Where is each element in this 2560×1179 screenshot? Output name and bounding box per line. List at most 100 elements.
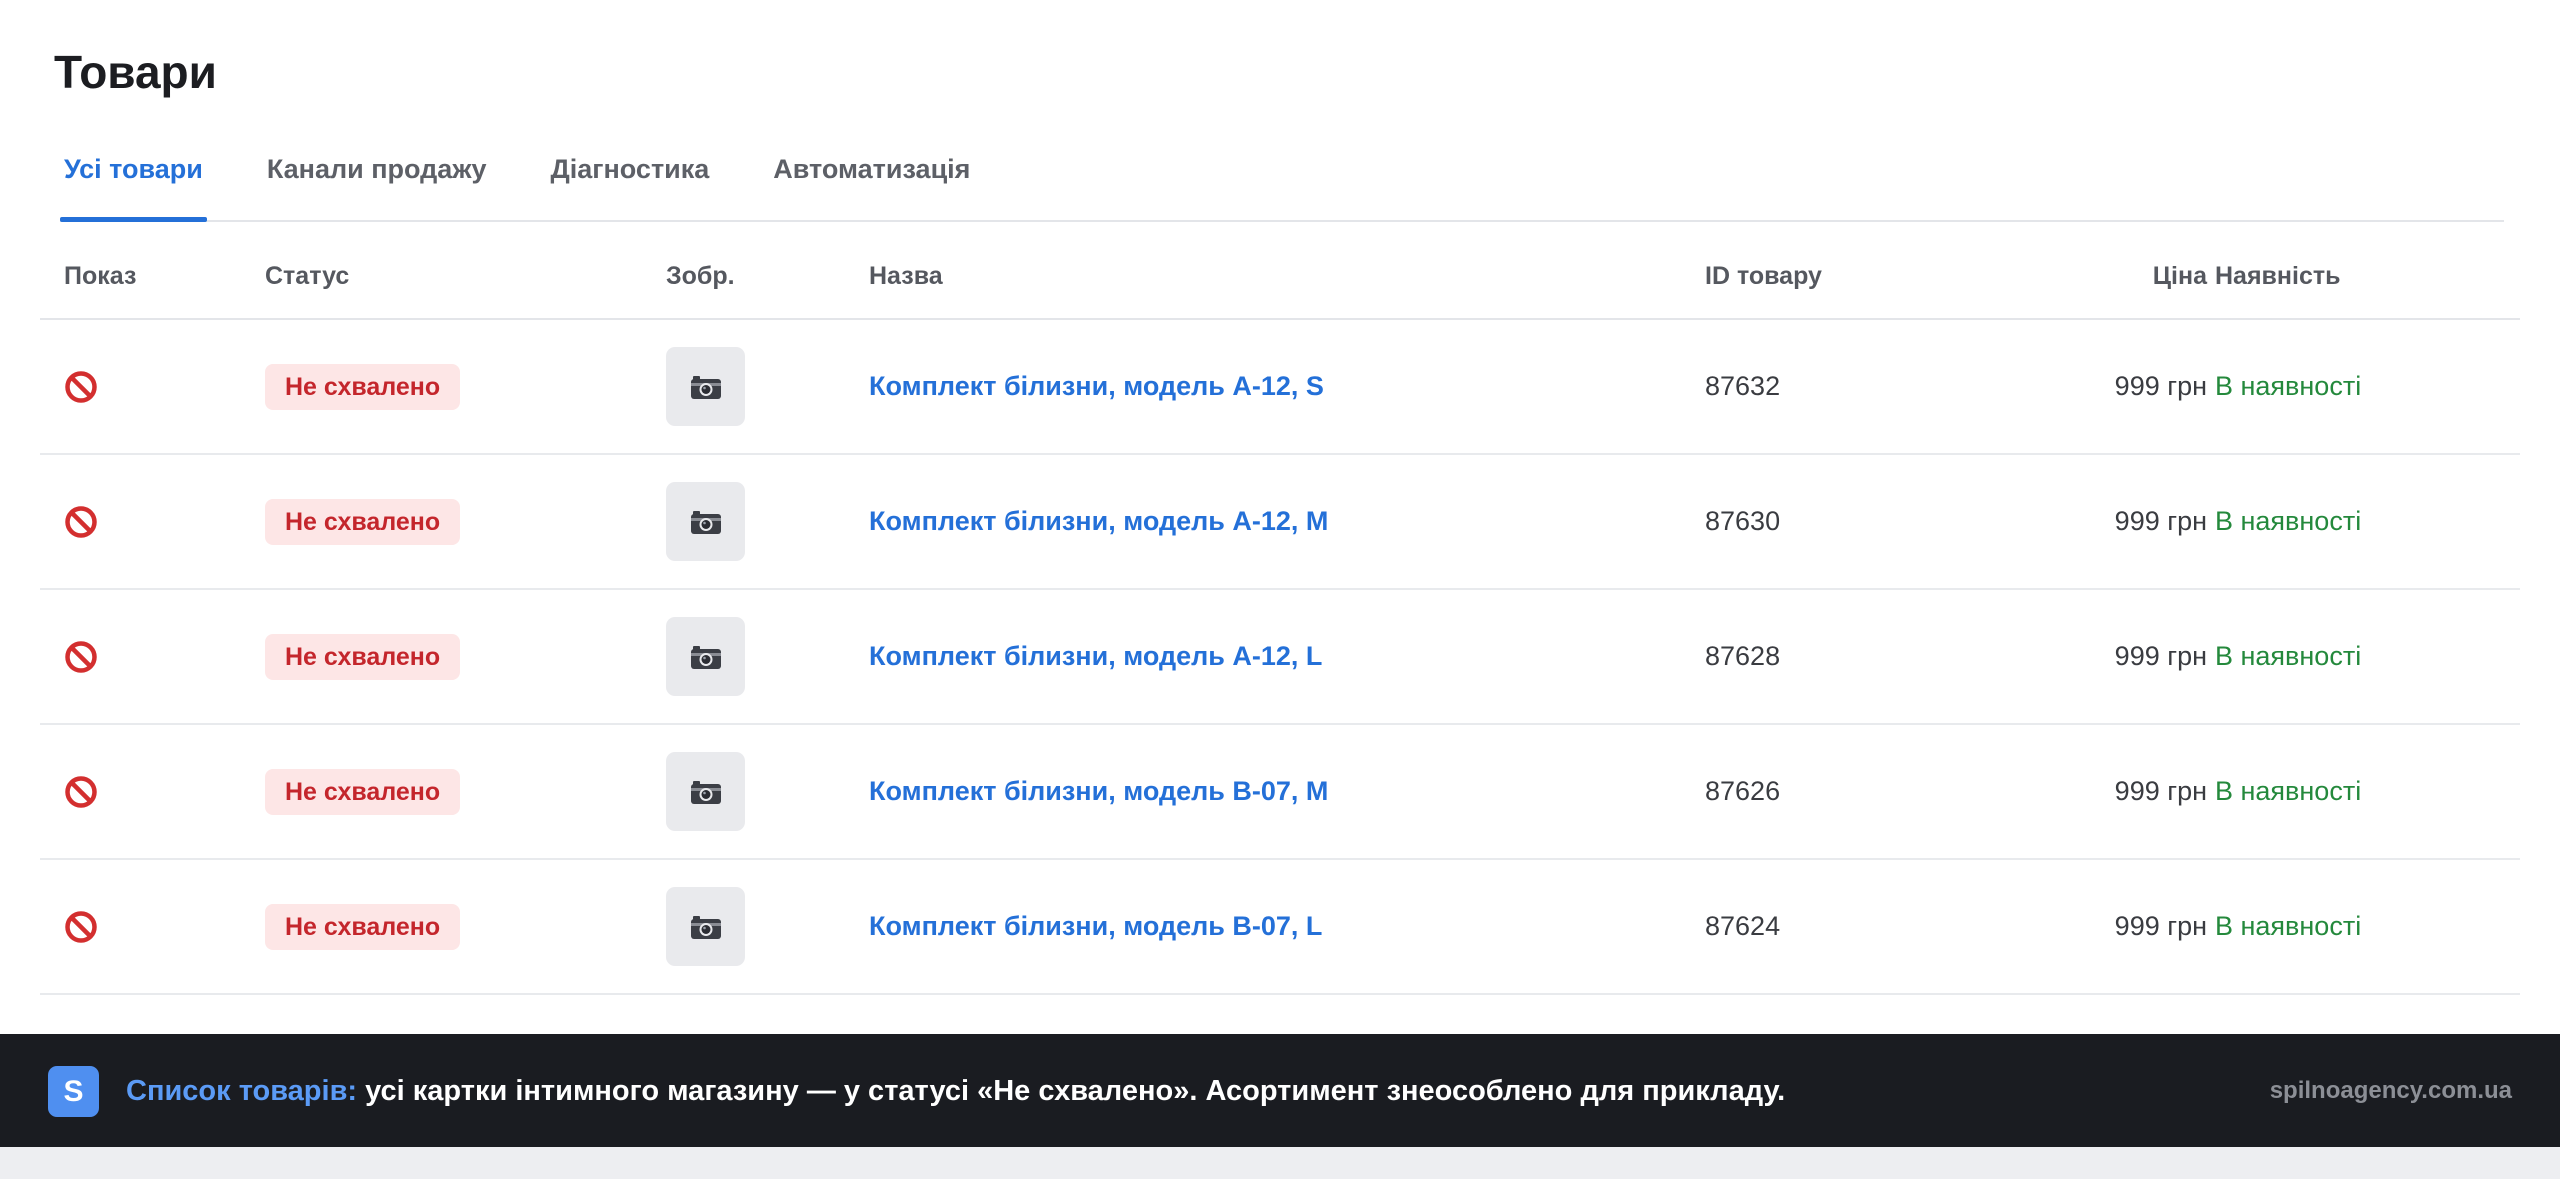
image-cell — [666, 725, 745, 858]
id-cell: 87628 — [1705, 590, 1780, 723]
footer-caption-label: Список товарів: — [126, 1075, 358, 1107]
image-cell — [666, 590, 745, 723]
stock-cell: В наявності — [2215, 590, 2361, 723]
column-header-stock[interactable]: Наявність — [2215, 262, 2340, 291]
prohibited-icon — [65, 505, 97, 538]
table-body: Не схвалено Комплект білизни, модель A-12… — [40, 320, 2520, 995]
product-id: 87624 — [1705, 911, 1781, 941]
product-name-link[interactable]: Комплект білизни, модель B-07, M — [869, 776, 1328, 807]
tab-automation[interactable]: Автоматизація — [769, 140, 974, 220]
column-header-price[interactable]: Ціна — [2153, 262, 2207, 291]
product-price: 999 грн — [2114, 371, 2207, 401]
visibility-cell — [64, 860, 98, 993]
footer-caption: Список товарів: усі картки інтимного маг… — [126, 1071, 1785, 1111]
stock-status: В наявності — [2215, 641, 2362, 671]
product-name-link[interactable]: Комплект білизни, модель A-12, M — [869, 506, 1328, 537]
product-id: 87632 — [1705, 371, 1781, 401]
column-header-status[interactable]: Статус — [265, 262, 349, 291]
visibility-cell — [64, 725, 98, 858]
camera-icon — [690, 915, 721, 939]
stock-status: В наявності — [2215, 506, 2362, 536]
id-cell: 87626 — [1705, 725, 1780, 858]
tab-diagnostics[interactable]: Діагностика — [546, 140, 713, 220]
table-row[interactable]: Не схвалено Комплект білизни, модель B-07… — [40, 725, 2520, 860]
product-price: 999 грн — [2114, 506, 2207, 536]
status-cell: Не схвалено — [265, 455, 461, 588]
status-badge: Не схвалено — [265, 633, 461, 680]
product-price: 999 грн — [2114, 776, 2207, 806]
prohibited-icon — [65, 910, 97, 943]
status-cell: Не схвалено — [265, 860, 461, 993]
product-id: 87628 — [1705, 641, 1781, 671]
column-header-id[interactable]: ID товару — [1705, 262, 1822, 291]
status-badge: Не схвалено — [265, 903, 461, 950]
table-row[interactable]: Не схвалено Комплект білизни, модель A-12… — [40, 590, 2520, 725]
tabs-bar: Усі товари Канали продажу Діагностика Ав… — [60, 140, 2504, 222]
footer-caption-text: усі картки інтимного магазину — у статус… — [357, 1075, 1786, 1107]
stock-cell: В наявності — [2215, 455, 2361, 588]
products-table: Показ Статус Зобр. Назва ID товару Ціна … — [40, 228, 2520, 995]
products-panel: Товари Усі товари Канали продажу Діагнос… — [0, 0, 2560, 1034]
footer-site: spilnoagency.com.ua — [2269, 1077, 2512, 1104]
camera-icon — [690, 375, 721, 399]
product-name-link[interactable]: Комплект білизни, модель A-12, L — [869, 641, 1322, 672]
product-thumbnail[interactable] — [666, 617, 745, 696]
product-id: 87630 — [1705, 506, 1781, 536]
name-cell: Комплект білизни, модель A-12, L — [869, 590, 1322, 723]
table-row[interactable]: Не схвалено Комплект білизни, модель B-07… — [40, 860, 2520, 995]
tab-sales-channels[interactable]: Канали продажу — [263, 140, 491, 220]
prohibited-icon — [65, 640, 97, 673]
image-cell — [666, 455, 745, 588]
agency-logo: S — [48, 1066, 99, 1117]
product-name-link[interactable]: Комплект білизни, модель A-12, S — [869, 371, 1324, 402]
product-thumbnail[interactable] — [666, 887, 745, 966]
table-row[interactable]: Не схвалено Комплект білизни, модель A-12… — [40, 455, 2520, 590]
image-cell — [666, 860, 745, 993]
price-cell: 999 грн — [2115, 590, 2207, 723]
tab-all-products[interactable]: Усі товари — [60, 140, 207, 222]
status-badge: Не схвалено — [265, 363, 461, 410]
stock-status: В наявності — [2215, 371, 2362, 401]
stock-status: В наявності — [2215, 911, 2362, 941]
name-cell: Комплект білизни, модель B-07, M — [869, 725, 1328, 858]
product-thumbnail[interactable] — [666, 752, 745, 831]
table-row[interactable]: Не схвалено Комплект білизни, модель A-12… — [40, 320, 2520, 455]
product-price: 999 грн — [2114, 911, 2207, 941]
price-cell: 999 грн — [2115, 455, 2207, 588]
camera-icon — [690, 780, 721, 804]
price-cell: 999 грн — [2115, 725, 2207, 858]
footer-banner: S Список товарів: усі картки інтимного м… — [0, 1034, 2560, 1147]
column-header-image[interactable]: Зобр. — [666, 262, 735, 291]
id-cell: 87624 — [1705, 860, 1780, 993]
product-price: 999 грн — [2114, 641, 2207, 671]
status-badge: Не схвалено — [265, 768, 461, 815]
id-cell: 87630 — [1705, 455, 1780, 588]
status-cell: Не схвалено — [265, 725, 461, 858]
visibility-cell — [64, 320, 98, 453]
name-cell: Комплект білизни, модель B-07, L — [869, 860, 1322, 993]
prohibited-icon — [65, 775, 97, 808]
status-cell: Не схвалено — [265, 590, 461, 723]
visibility-cell — [64, 455, 98, 588]
table-header: Показ Статус Зобр. Назва ID товару Ціна … — [40, 228, 2520, 320]
prohibited-icon — [65, 370, 97, 403]
name-cell: Комплект білизни, модель A-12, S — [869, 320, 1324, 453]
product-id: 87626 — [1705, 776, 1781, 806]
price-cell: 999 грн — [2115, 320, 2207, 453]
column-header-name[interactable]: Назва — [869, 262, 943, 291]
status-badge: Не схвалено — [265, 498, 461, 545]
stock-cell: В наявності — [2215, 860, 2361, 993]
camera-icon — [690, 645, 721, 669]
page-title: Товари — [54, 46, 217, 98]
id-cell: 87632 — [1705, 320, 1780, 453]
status-cell: Не схвалено — [265, 320, 461, 453]
stock-status: В наявності — [2215, 776, 2362, 806]
product-thumbnail[interactable] — [666, 347, 745, 426]
name-cell: Комплект білизни, модель A-12, M — [869, 455, 1328, 588]
visibility-cell — [64, 590, 98, 723]
stock-cell: В наявності — [2215, 320, 2361, 453]
price-cell: 999 грн — [2115, 860, 2207, 993]
column-header-show[interactable]: Показ — [64, 262, 136, 291]
product-thumbnail[interactable] — [666, 482, 745, 561]
product-name-link[interactable]: Комплект білизни, модель B-07, L — [869, 911, 1322, 942]
